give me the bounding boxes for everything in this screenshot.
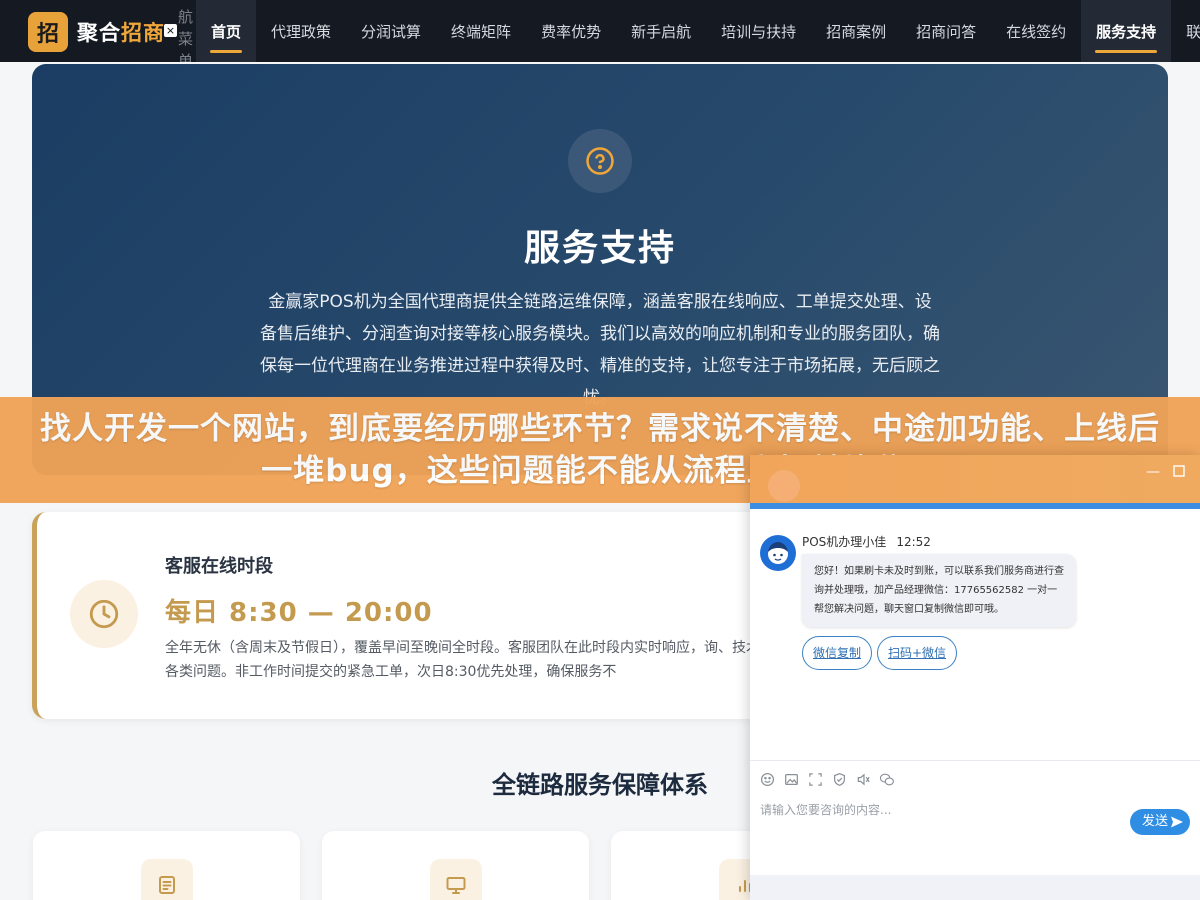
scan-wechat-button[interactable]: 扫码+微信 <box>877 636 958 670</box>
hero-icon-circle <box>568 129 632 193</box>
shield-icon[interactable] <box>831 772 847 788</box>
clock-icon <box>89 599 119 629</box>
nav-item-training[interactable]: 培训与扶持 <box>706 0 811 62</box>
service-hours-card: 客服在线时段 每日 8:30 — 20:00 全年无休（含周末及节假日），覆盖早… <box>32 512 832 719</box>
top-navigation-bar: 招 聚合招商 × 航菜单 首页 代理政策 分润试算 终端矩阵 费率优势 新手启航… <box>0 0 1200 62</box>
message-bubble: 您好！如果刷卡未及时到账，可以联系我们服务商进行查询并处理哦，加产品经理微信：1… <box>802 554 1076 627</box>
maximize-icon[interactable] <box>1172 465 1186 479</box>
feature-icon-wrap <box>141 859 193 900</box>
page-title: 服务支持 <box>523 228 676 269</box>
hero-description: 金赢家POS机为全国代理商提供全链路运维保障，涵盖客服在线响应、工单提交处理、设… <box>260 292 940 408</box>
document-icon <box>159 876 175 894</box>
logo-text-main: 聚合 <box>77 21 121 45</box>
question-circle-icon <box>586 147 614 175</box>
screenshot-icon[interactable] <box>807 772 823 788</box>
service-hours-description: 全年无休（含周末及节假日），覆盖早间至晚间全时段。客服团队在此时段内实时响应，询… <box>165 640 802 680</box>
feature-card-1[interactable] <box>33 831 300 900</box>
close-icon[interactable]: × <box>164 24 177 37</box>
chat-toolbar <box>750 760 1200 798</box>
nav-item-profit-calc[interactable]: 分润试算 <box>346 0 436 62</box>
chat-header-avatar <box>768 470 800 502</box>
minimize-icon[interactable]: — <box>1146 465 1160 479</box>
sound-icon[interactable] <box>855 772 871 788</box>
monitor-icon <box>446 877 466 894</box>
service-hours-label: 客服在线时段 <box>165 556 273 577</box>
nav-item-service-support[interactable]: 服务支持 <box>1081 0 1172 62</box>
nav-item-contact[interactable]: 联系 <box>1171 0 1200 62</box>
message-meta: POS机办理小佳 12:52 <box>802 533 931 550</box>
agent-avatar <box>760 535 796 571</box>
agent-name: POS机办理小佳 <box>802 535 887 549</box>
send-button[interactable]: 发送 <box>1130 809 1190 835</box>
feature-card-2[interactable] <box>322 831 589 900</box>
logo-text-accent: 招商 <box>121 21 165 45</box>
nav-item-home[interactable]: 首页 <box>196 0 257 62</box>
send-label: 发送 <box>1142 814 1169 829</box>
main-nav: 首页 代理政策 分润试算 终端矩阵 费率优势 新手启航 培训与扶持 招商案例 招… <box>196 0 1200 62</box>
copy-wechat-button[interactable]: 微信复制 <box>802 636 873 670</box>
nav-item-online-sign[interactable]: 在线签约 <box>991 0 1081 62</box>
chat-footer <box>750 875 1200 900</box>
nav-item-cases[interactable]: 招商案例 <box>811 0 901 62</box>
chat-messages: POS机办理小佳 12:52 您好！如果刷卡未及时到账，可以联系我们服务商进行查询… <box>750 509 1200 759</box>
wechat-icon[interactable] <box>879 772 895 788</box>
nav-item-beginner[interactable]: 新手启航 <box>616 0 706 62</box>
feature-icon-wrap <box>430 859 482 900</box>
nav-item-rate-advantage[interactable]: 费率优势 <box>526 0 616 62</box>
clock-icon-circle <box>70 580 138 648</box>
emoji-icon[interactable] <box>759 772 775 788</box>
nav-item-terminals[interactable]: 终端矩阵 <box>436 0 526 62</box>
nav-item-agent-policy[interactable]: 代理政策 <box>256 0 346 62</box>
logo-text: 聚合招商 <box>77 17 165 47</box>
site-logo[interactable]: 招 聚合招商 <box>28 12 165 52</box>
service-hours-value: 每日 8:30 — 20:00 <box>165 598 433 628</box>
message-time: 12:52 <box>896 535 931 549</box>
menu-side-label: 航菜单 <box>178 8 194 62</box>
logo-badge: 招 <box>28 12 68 52</box>
nav-item-faq[interactable]: 招商问答 <box>901 0 991 62</box>
chat-input[interactable] <box>760 803 1120 817</box>
agent-face-icon <box>768 542 788 564</box>
image-icon[interactable] <box>783 772 799 788</box>
chat-header: — <box>750 455 1200 505</box>
send-arrow-icon <box>1171 816 1183 828</box>
chat-window: — POS机办理小佳 12:52 您好！如果刷卡未及时到账，可以联系我们服务商进行… <box>750 455 1200 900</box>
